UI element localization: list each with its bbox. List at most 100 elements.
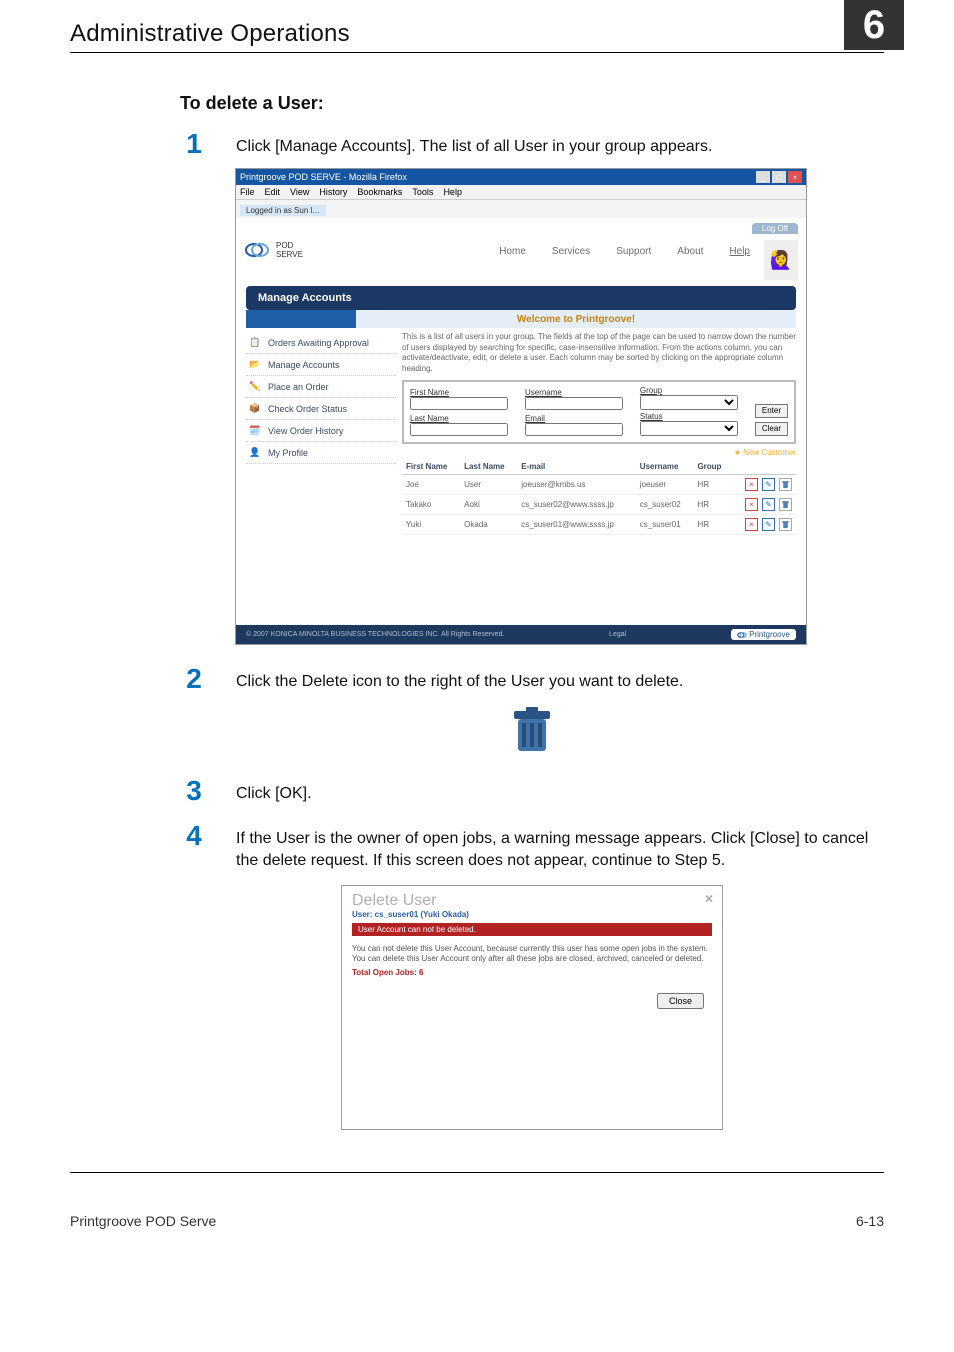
minimize-icon[interactable]: _: [756, 171, 770, 183]
delete-icon[interactable]: [779, 478, 792, 491]
menu-bookmarks[interactable]: Bookmarks: [357, 187, 402, 197]
browser-tab[interactable]: Logged in as Sun l…: [240, 205, 326, 216]
col-username[interactable]: Username: [636, 459, 694, 475]
sidebar-item-manage-accounts[interactable]: 📂 Manage Accounts: [246, 354, 396, 376]
first-name-field[interactable]: [410, 397, 508, 410]
enter-button[interactable]: Enter: [755, 404, 788, 418]
step-4-text: If the User is the owner of open jobs, a…: [236, 828, 884, 873]
menu-view[interactable]: View: [290, 187, 309, 197]
cell-last-name: User: [460, 474, 517, 494]
col-group[interactable]: Group: [693, 459, 731, 475]
menu-history[interactable]: History: [319, 187, 347, 197]
maximize-icon[interactable]: □: [772, 171, 786, 183]
deactivate-icon[interactable]: ×: [745, 518, 758, 531]
modal-body-text: You can not delete this User Account, be…: [342, 936, 722, 969]
orders-awaiting-icon: 📋: [248, 337, 262, 348]
delete-icon[interactable]: [779, 518, 792, 531]
modal-close-icon[interactable]: ✕: [704, 892, 714, 906]
menu-file[interactable]: File: [240, 187, 255, 197]
trash-icon: [510, 707, 554, 755]
label-first-name: First Name: [410, 388, 513, 397]
close-icon[interactable]: ×: [788, 171, 802, 183]
app-footer: © 2007 KONICA MINOLTA BUSINESS TECHNOLOG…: [236, 625, 806, 644]
menu-help[interactable]: Help: [443, 187, 462, 197]
cell-first-name: Yuki: [402, 514, 460, 534]
col-email[interactable]: E-mail: [517, 459, 636, 475]
deactivate-icon[interactable]: ×: [745, 498, 758, 511]
col-last-name[interactable]: Last Name: [460, 459, 517, 475]
cell-first-name: Joe: [402, 474, 460, 494]
footer-page-number: 6-13: [856, 1213, 884, 1229]
status-select[interactable]: [640, 421, 738, 436]
sidebar-item-orders-awaiting[interactable]: 📋 Orders Awaiting Approval: [246, 332, 396, 354]
nav-help[interactable]: Help: [729, 246, 750, 257]
cell-email: cs_suser01@www.ssss.jp: [517, 514, 636, 534]
edit-icon[interactable]: ✎: [762, 518, 775, 531]
deactivate-icon[interactable]: ×: [745, 478, 758, 491]
sidebar-item-label: Check Order Status: [268, 404, 347, 414]
nav-services[interactable]: Services: [552, 246, 590, 257]
step-1-number: 1: [180, 130, 208, 158]
nav-home[interactable]: Home: [499, 246, 526, 257]
last-name-field[interactable]: [410, 423, 508, 436]
sidebar-item-label: View Order History: [268, 426, 343, 436]
nav-about[interactable]: About: [677, 246, 703, 257]
step-2-number: 2: [180, 665, 208, 693]
nav-support[interactable]: Support: [616, 246, 651, 257]
edit-icon[interactable]: ✎: [762, 478, 775, 491]
avatar-icon: 🙋‍♀️: [764, 240, 798, 280]
clear-button[interactable]: Clear: [755, 422, 788, 436]
new-customer-link[interactable]: ★ New Customer: [402, 448, 796, 457]
col-first-name[interactable]: First Name: [402, 459, 460, 475]
place-order-icon: ✏️: [248, 381, 262, 392]
step-3-number: 3: [180, 777, 208, 805]
sidebar-item-label: Orders Awaiting Approval: [268, 338, 369, 348]
left-sidebar: 📋 Orders Awaiting Approval 📂 Manage Acco…: [246, 332, 396, 535]
modal-user-line: User: cs_suser01 (Yuki Okada): [342, 910, 722, 923]
manage-accounts-icon: 📂: [248, 359, 262, 370]
menu-tools[interactable]: Tools: [412, 187, 433, 197]
cell-username: joeuser: [636, 474, 694, 494]
email-field[interactable]: [525, 423, 623, 436]
sidebar-item-label: My Profile: [268, 448, 308, 458]
sidebar-item-place-order[interactable]: ✏️ Place an Order: [246, 376, 396, 398]
sidebar-item-check-status[interactable]: 📦 Check Order Status: [246, 398, 396, 420]
printgroove-logo-icon: [244, 240, 270, 260]
page-title-bar: Manage Accounts: [246, 286, 796, 310]
group-select[interactable]: [640, 395, 738, 410]
cell-group: HR: [693, 514, 731, 534]
cell-last-name: Okada: [460, 514, 517, 534]
step-2-text: Click the Delete icon to the right of th…: [236, 671, 683, 693]
delete-user-modal: Delete User ✕ User: cs_suser01 (Yuki Oka…: [341, 885, 723, 1131]
modal-total-jobs: Total Open Jobs: 6: [342, 968, 722, 977]
manage-accounts-screenshot: Printgroove POD SERVE - Mozilla Firefox …: [235, 168, 807, 645]
header-rule: [70, 52, 884, 53]
top-nav: Home Services Support About Help: [499, 246, 750, 257]
menu-bar[interactable]: File Edit View History Bookmarks Tools H…: [236, 185, 806, 200]
sidebar-item-order-history[interactable]: 🗓️ View Order History: [246, 420, 396, 442]
label-email: Email: [525, 414, 628, 423]
cell-username: cs_suser02: [636, 494, 694, 514]
cell-first-name: Takako: [402, 494, 460, 514]
label-group: Group: [640, 386, 743, 395]
cell-group: HR: [693, 494, 731, 514]
menu-edit[interactable]: Edit: [265, 187, 281, 197]
my-profile-icon: 👤: [248, 447, 262, 458]
sidebar-item-my-profile[interactable]: 👤 My Profile: [246, 442, 396, 464]
order-history-icon: 🗓️: [248, 425, 262, 436]
cell-username: cs_suser01: [636, 514, 694, 534]
modal-error-bar: User Account can not be deleted.: [352, 923, 712, 936]
table-row: Joe User joeuser@kmbs.us joeuser HR × ✎: [402, 474, 796, 494]
delete-icon[interactable]: [779, 498, 792, 511]
cell-email: joeuser@kmbs.us: [517, 474, 636, 494]
edit-icon[interactable]: ✎: [762, 498, 775, 511]
step-4-number: 4: [180, 822, 208, 850]
modal-close-button[interactable]: Close: [657, 993, 704, 1009]
check-status-icon: 📦: [248, 403, 262, 414]
username-field[interactable]: [525, 397, 623, 410]
sidebar-item-label: Place an Order: [268, 382, 329, 392]
window-title: Printgroove POD SERVE - Mozilla Firefox: [240, 172, 407, 182]
running-header: Administrative Operations: [70, 20, 350, 48]
logoff-button[interactable]: Log Off: [752, 223, 798, 234]
sidebar-item-label: Manage Accounts: [268, 360, 340, 370]
